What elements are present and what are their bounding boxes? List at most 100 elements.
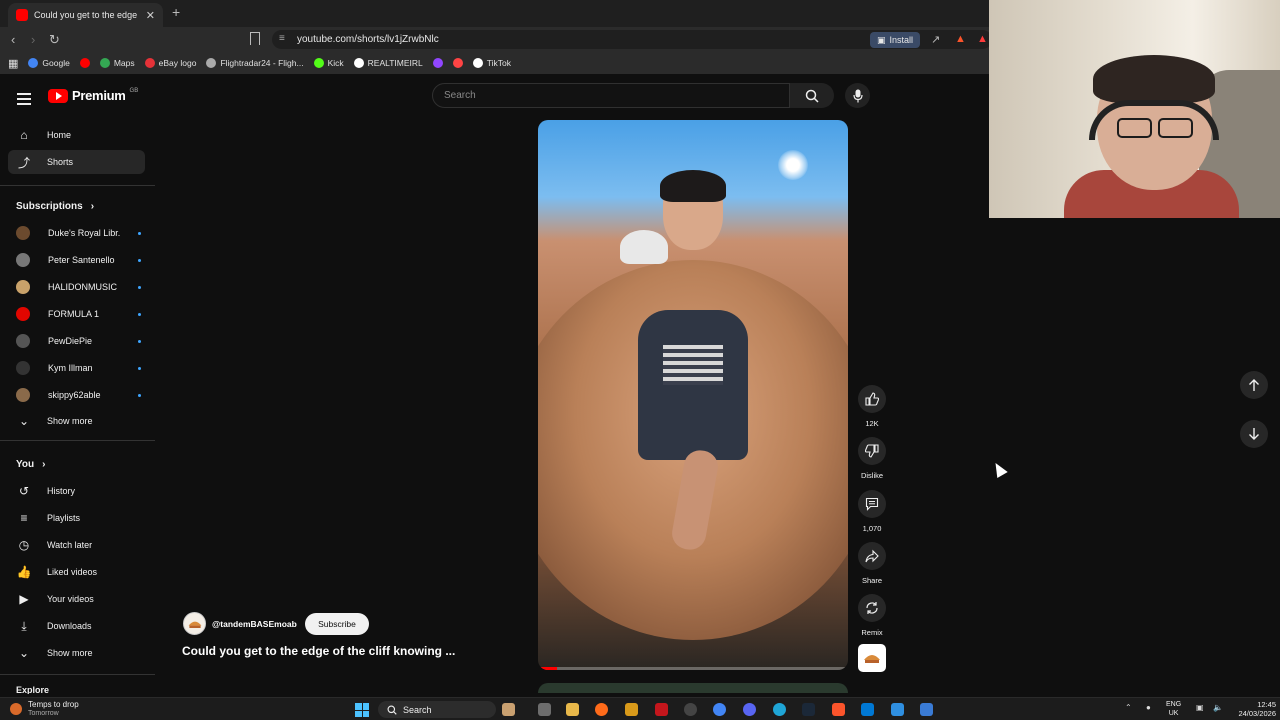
next-short-button[interactable]: [1240, 420, 1268, 448]
windows-taskbar: Temps to drop Tomorrow Search ⌃ ● ENG UK…: [0, 697, 1280, 720]
previous-short-button[interactable]: [1240, 371, 1268, 399]
bookmark-icon[interactable]: [250, 32, 260, 45]
subscription-item[interactable]: Peter Santenello: [16, 250, 141, 270]
comments-button[interactable]: 1,070: [858, 490, 886, 533]
brave-icon[interactable]: [832, 703, 845, 716]
taskbar-app-icon[interactable]: [502, 703, 515, 716]
remix-button[interactable]: Remix: [858, 594, 886, 637]
app-icon[interactable]: [920, 703, 933, 716]
channel-thumbnail[interactable]: [858, 644, 886, 672]
sidebar-item-show-more-you[interactable]: ⌄ Show more: [8, 641, 145, 665]
bookmark-item[interactable]: [79, 58, 90, 68]
tray-chevron-up-icon[interactable]: ⌃: [1125, 703, 1132, 712]
voice-search-button[interactable]: [845, 83, 870, 108]
explore-heading[interactable]: Explore: [16, 686, 49, 694]
search-placeholder: Search: [444, 90, 476, 101]
system-clock[interactable]: 12:45 24/03/2026: [1232, 700, 1276, 718]
discord-icon[interactable]: [743, 703, 756, 716]
microphone-tray-icon[interactable]: ●: [1146, 703, 1151, 712]
bookmark-item[interactable]: Maps: [99, 58, 135, 68]
bookmark-item[interactable]: Flightradar24 - Fligh...: [206, 58, 304, 68]
short-title[interactable]: Could you get to the edge of the cliff k…: [182, 644, 455, 658]
share-button[interactable]: Share: [858, 542, 886, 585]
browser-tab[interactable]: Could you get to the edge of ✕: [8, 3, 163, 27]
sidebar-item-your-videos[interactable]: ▶ Your videos: [8, 587, 145, 611]
bookmark-item[interactable]: eBay logo: [144, 58, 196, 68]
file-explorer-icon[interactable]: [566, 703, 579, 716]
channel-avatar[interactable]: [183, 612, 206, 635]
sidebar-item-shorts[interactable]: ⤴ Shorts: [8, 150, 145, 174]
reload-icon[interactable]: ↻: [49, 32, 60, 48]
bookmark-favicon-icon: [206, 58, 217, 68]
chrome-icon[interactable]: [713, 703, 726, 716]
like-button[interactable]: 12K: [858, 385, 886, 428]
bookmark-item[interactable]: [452, 58, 463, 68]
windows-start-icon[interactable]: [355, 703, 369, 717]
back-arrow-icon[interactable]: ‹: [11, 32, 15, 47]
weather-widget[interactable]: Temps to drop Tomorrow: [28, 700, 79, 718]
brave-shield-icon[interactable]: ▲: [955, 33, 966, 45]
language-line-1: ENG: [1166, 701, 1182, 708]
github-icon[interactable]: [684, 703, 697, 716]
subscription-item[interactable]: HALIDONMUSIC: [16, 277, 141, 297]
network-icon[interactable]: ▣: [1196, 703, 1204, 712]
steam-icon[interactable]: [802, 703, 815, 716]
site-info-icon[interactable]: ≡: [279, 33, 285, 44]
subscribe-button[interactable]: Subscribe: [305, 613, 369, 635]
install-app-button[interactable]: ▣ Install: [870, 32, 920, 48]
bookmark-item[interactable]: REALTIMEIRL: [353, 58, 423, 68]
taskbar-search[interactable]: Search: [378, 701, 496, 718]
chevron-down-icon: ⌄: [18, 414, 30, 428]
sidebar-item-downloads[interactable]: ⤓ Downloads: [8, 614, 145, 638]
subscription-item[interactable]: FORMULA 1: [16, 304, 141, 324]
video-progress-track[interactable]: [538, 667, 848, 670]
subscriptions-heading[interactable]: Subscriptions ›: [16, 201, 94, 212]
subscription-item[interactable]: Kym Illman: [16, 358, 141, 378]
subscription-item[interactable]: PewDiePie: [16, 331, 141, 351]
task-view-icon[interactable]: [538, 703, 551, 716]
next-short-preview[interactable]: [538, 683, 848, 693]
bookmark-item[interactable]: TikTok: [472, 58, 511, 68]
dislike-button[interactable]: Dislike: [858, 437, 886, 480]
channel-handle[interactable]: @tandemBASEmoab: [212, 619, 297, 629]
share-page-icon[interactable]: ↗: [931, 33, 940, 46]
forward-arrow-icon[interactable]: ›: [31, 32, 35, 47]
brave-rewards-icon[interactable]: ▲: [977, 33, 988, 45]
bookmark-item[interactable]: Kick: [313, 58, 344, 68]
firefox-icon[interactable]: [595, 703, 608, 716]
subscription-item[interactable]: Duke's Royal Libr...: [16, 223, 141, 243]
sidebar-item-liked-videos[interactable]: 👍 Liked videos: [8, 560, 145, 584]
sidebar-item-home[interactable]: ⌂ Home: [8, 123, 145, 147]
sidebar-item-show-more-subs[interactable]: ⌄ Show more: [8, 409, 145, 433]
youtube-favicon-icon: [16, 9, 28, 21]
copilot-icon[interactable]: [891, 703, 904, 716]
menu-icon[interactable]: [17, 90, 31, 108]
url-text: youtube.com/shorts/lv1jZrwbNlc: [297, 34, 439, 45]
apps-grid-icon[interactable]: ▦: [8, 57, 18, 70]
glasses-icon: [1117, 118, 1193, 138]
sidebar-item-history[interactable]: ↺ History: [8, 479, 145, 503]
bookmark-item[interactable]: [432, 58, 443, 68]
rockstar-icon[interactable]: [625, 703, 638, 716]
weather-icon[interactable]: [10, 703, 22, 715]
youtube-play-icon: [48, 88, 68, 103]
youtube-premium-logo[interactable]: Premium GB: [48, 88, 138, 103]
edge-icon[interactable]: [773, 703, 786, 716]
language-indicator[interactable]: ENG UK: [1166, 700, 1181, 718]
sidebar-item-watch-later[interactable]: ◷ Watch later: [8, 533, 145, 557]
video-frame-sun: [778, 150, 808, 180]
you-heading[interactable]: You ›: [16, 459, 46, 470]
tab-close-icon[interactable]: ✕: [146, 9, 155, 22]
new-tab-button[interactable]: +: [172, 4, 180, 20]
you-title: You: [16, 459, 35, 470]
volume-icon[interactable]: 🔈: [1213, 703, 1223, 712]
bookmark-item[interactable]: Google: [28, 58, 70, 68]
subscription-item[interactable]: skippy62able: [16, 385, 141, 405]
short-video-player[interactable]: [538, 120, 848, 670]
store-icon[interactable]: [861, 703, 874, 716]
app-icon[interactable]: [655, 703, 668, 716]
sidebar-item-playlists[interactable]: ≡ Playlists: [8, 506, 145, 530]
video-frame-shirt-flag: [663, 345, 723, 385]
search-input[interactable]: Search: [432, 83, 790, 108]
search-button[interactable]: [790, 83, 834, 108]
